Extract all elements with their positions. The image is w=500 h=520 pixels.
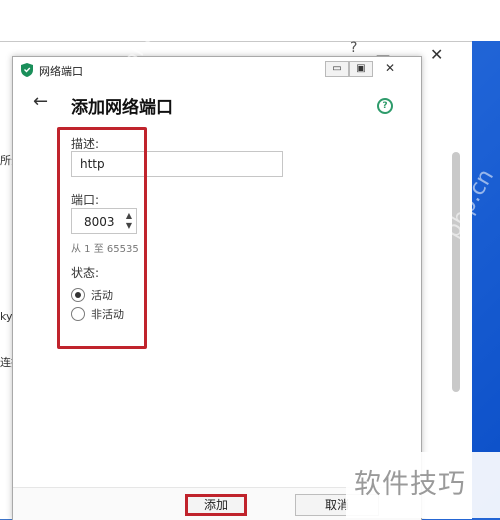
close-button[interactable]: ✕ — [379, 61, 401, 75]
add-network-port-dialog: 网络端口 ▭ ▣ ✕ ← 添加网络端口 ? 描述: http 端口: 8003 … — [12, 56, 422, 520]
add-button[interactable]: 添加 — [185, 494, 247, 516]
kaspersky-shield-icon — [21, 63, 33, 77]
background-scrollbar[interactable] — [452, 152, 460, 392]
back-arrow-icon[interactable]: ← — [33, 91, 48, 112]
dialog-titlebar: 网络端口 ▭ ▣ ✕ — [13, 57, 421, 83]
watermark-corner-text: 软件技巧 — [354, 469, 466, 500]
dialog-header: ← 添加网络端口 ? — [13, 83, 421, 129]
background-close-icon[interactable]: ✕ — [430, 45, 443, 64]
background-side-text-2: ky — [0, 310, 13, 323]
window-title: 网络端口 — [39, 65, 83, 78]
background-help-icon[interactable]: ? — [350, 40, 357, 56]
maximize-button[interactable]: ▣ — [349, 61, 373, 77]
minimize-button[interactable]: ▭ — [325, 61, 349, 77]
page-title: 添加网络端口 — [71, 98, 173, 118]
help-icon[interactable]: ? — [377, 98, 393, 114]
annotation-highlight-box — [57, 127, 147, 349]
background-window-titlebar — [0, 0, 500, 41]
